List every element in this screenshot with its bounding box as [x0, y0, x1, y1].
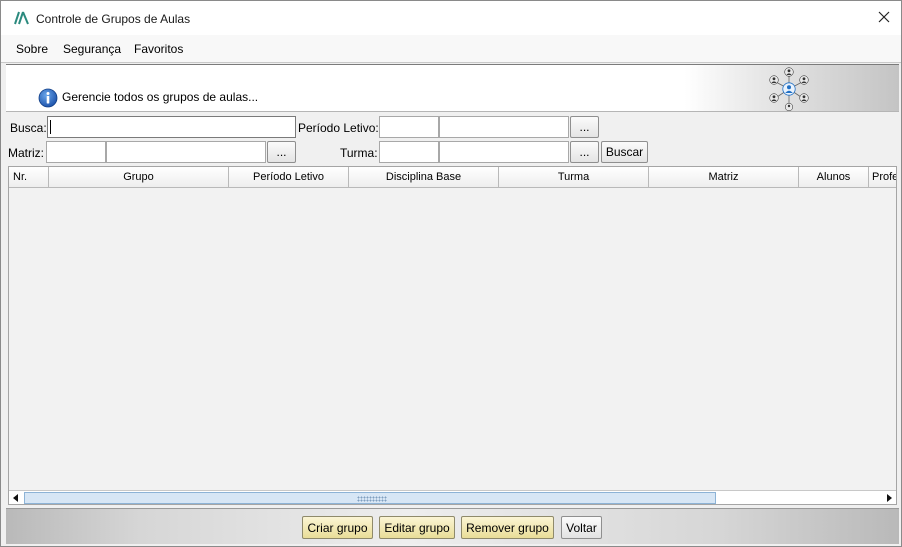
- matriz-code-input[interactable]: [46, 141, 106, 163]
- header-panel: Gerencie todos os grupos de aulas...: [6, 64, 899, 112]
- column-header-disciplina-base[interactable]: Disciplina Base: [349, 167, 499, 188]
- column-header-alunos[interactable]: Alunos: [799, 167, 869, 188]
- editar-grupo-button[interactable]: Editar grupo: [379, 516, 455, 539]
- busca-input[interactable]: [47, 116, 296, 138]
- footer-bar: Criar grupo Editar grupo Remover grupo V…: [6, 508, 899, 544]
- periodo-name-input[interactable]: [439, 116, 569, 138]
- menu-item-favoritos[interactable]: Favoritos: [134, 42, 183, 56]
- buscar-button[interactable]: Buscar: [601, 141, 648, 163]
- column-header-periodo-letivo[interactable]: Período Letivo: [229, 167, 349, 188]
- user-group-network-icon: [766, 67, 812, 112]
- criar-grupo-button[interactable]: Criar grupo: [302, 516, 373, 539]
- groups-table[interactable]: Nr. Grupo Período Letivo Disciplina Base…: [8, 166, 897, 505]
- column-header-nr[interactable]: Nr.: [9, 167, 49, 188]
- column-header-turma[interactable]: Turma: [499, 167, 649, 188]
- turma-label: Turma:: [340, 146, 378, 160]
- turma-code-input[interactable]: [379, 141, 439, 163]
- scrollbar-thumb[interactable]: [24, 492, 716, 504]
- scroll-right-arrow-icon[interactable]: [882, 491, 896, 504]
- voltar-button[interactable]: Voltar: [561, 516, 602, 539]
- turma-lookup-button[interactable]: ...: [570, 141, 599, 163]
- header-info-text: Gerencie todos os grupos de aulas...: [62, 90, 259, 104]
- busca-label: Busca:: [10, 121, 47, 135]
- column-header-matriz[interactable]: Matriz: [649, 167, 799, 188]
- menu-item-seguranca[interactable]: Segurança: [63, 42, 121, 56]
- matriz-label: Matriz:: [8, 146, 44, 160]
- title-bar: Controle de Grupos de Aulas: [1, 1, 901, 35]
- turma-name-input[interactable]: [439, 141, 569, 163]
- info-icon: [38, 88, 58, 108]
- close-button[interactable]: [867, 1, 901, 35]
- horizontal-scrollbar[interactable]: [9, 490, 896, 504]
- periodo-code-input[interactable]: [379, 116, 439, 138]
- remover-grupo-button[interactable]: Remover grupo: [461, 516, 554, 539]
- column-header-grupo[interactable]: Grupo: [49, 167, 229, 188]
- menu-item-sobre[interactable]: Sobre: [16, 42, 48, 56]
- table-header: Nr. Grupo Período Letivo Disciplina Base…: [9, 167, 896, 188]
- window: Controle de Grupos de Aulas Sobre Segura…: [0, 0, 902, 547]
- window-title: Controle de Grupos de Aulas: [36, 12, 191, 26]
- scroll-left-arrow-icon[interactable]: [9, 491, 23, 504]
- periodo-letivo-label: Período Letivo:: [298, 121, 379, 135]
- matriz-name-input[interactable]: [106, 141, 266, 163]
- menu-bar: Sobre Segurança Favoritos: [1, 35, 901, 63]
- scrollbar-grip-icon: [357, 496, 387, 502]
- periodo-lookup-button[interactable]: ...: [570, 116, 599, 138]
- column-header-professor[interactable]: Professor: [869, 167, 896, 188]
- matriz-lookup-button[interactable]: ...: [267, 141, 296, 163]
- app-logo-icon: [14, 11, 30, 25]
- close-icon: [878, 11, 890, 26]
